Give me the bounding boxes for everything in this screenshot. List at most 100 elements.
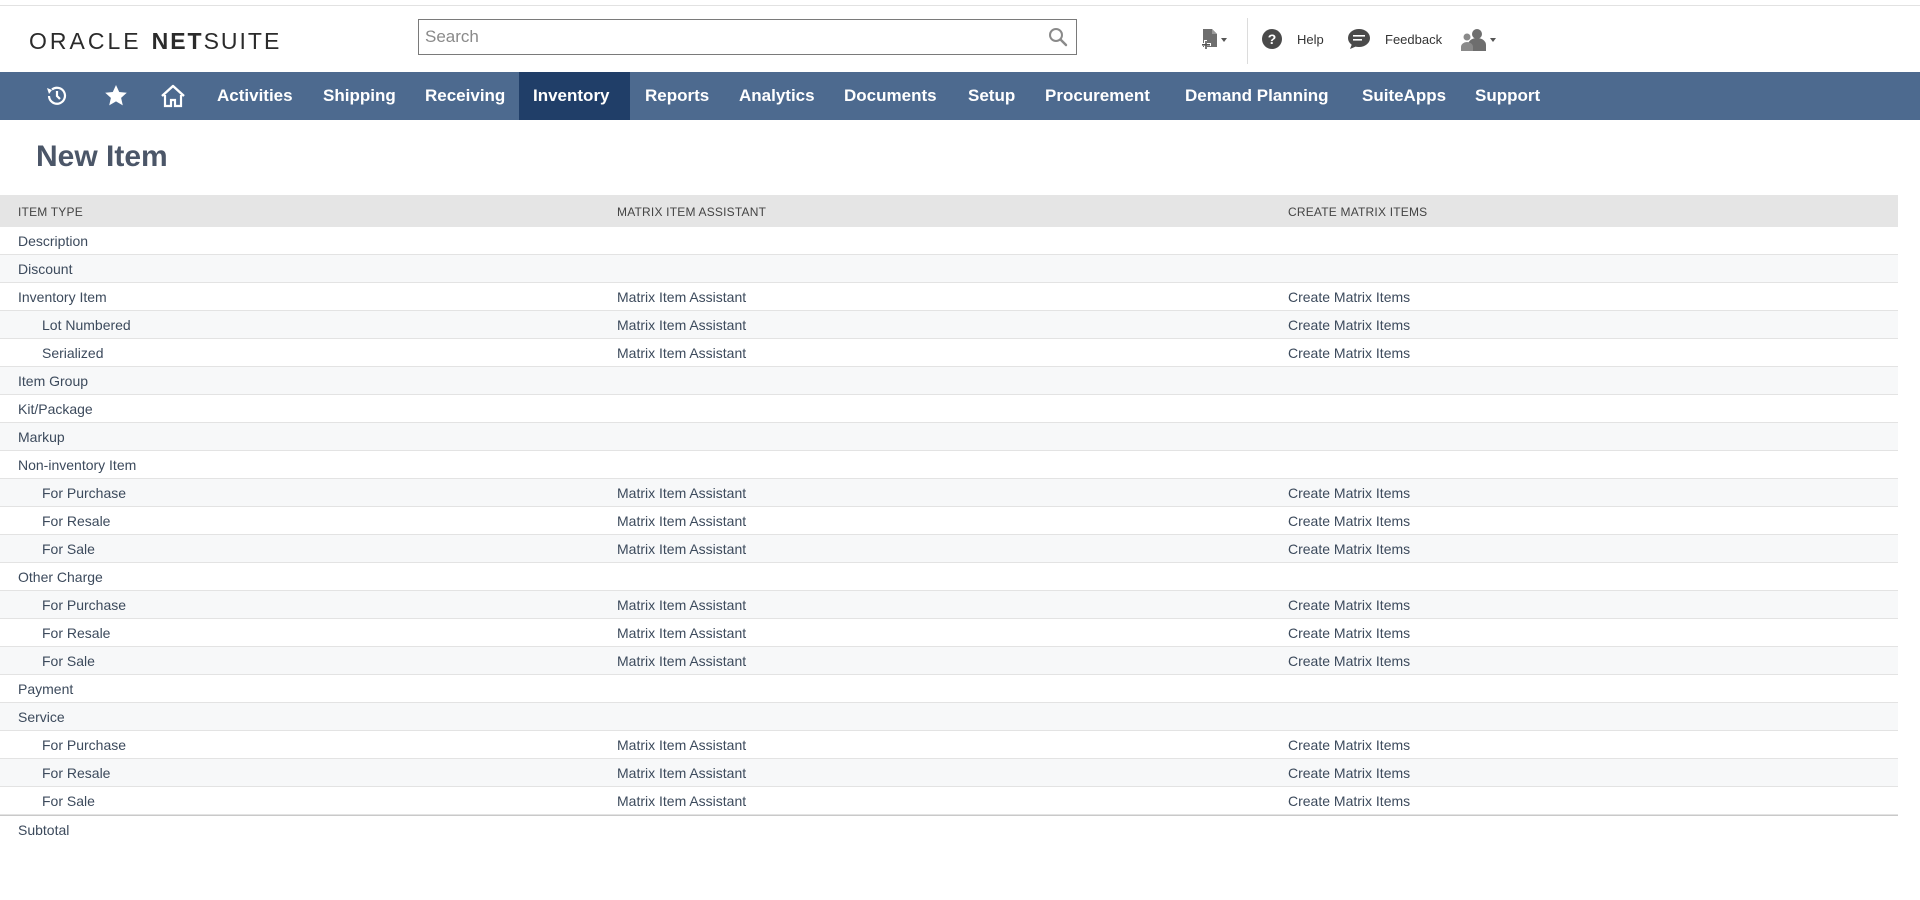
matrix-item-assistant-link[interactable]: Matrix Item Assistant (617, 597, 746, 613)
nav-receiving[interactable]: Receiving (411, 72, 519, 120)
matrix-item-assistant-link[interactable]: Matrix Item Assistant (617, 317, 746, 333)
home-icon[interactable] (160, 83, 186, 109)
item-type-link[interactable]: For Purchase (42, 737, 126, 753)
item-type-link[interactable]: For Sale (42, 653, 95, 669)
feedback-icon (1348, 29, 1370, 49)
nav-demand-planning[interactable]: Demand Planning (1171, 72, 1343, 120)
matrix-item-assistant-link[interactable]: Matrix Item Assistant (617, 765, 746, 781)
table-row: For Sale Matrix Item Assistant Create Matr… (0, 535, 1898, 563)
logo-oracle-text: ORACLE (29, 28, 142, 54)
item-type-link[interactable]: Serialized (42, 345, 103, 361)
shortcuts-star-icon[interactable] (103, 83, 129, 109)
nav-setup[interactable]: Setup (954, 72, 1029, 120)
create-matrix-items-link[interactable]: Create Matrix Items (1288, 653, 1410, 669)
logo-suite-text: SUITE (203, 28, 282, 54)
table-row: Other Charge (0, 563, 1898, 591)
create-matrix-items-link[interactable]: Create Matrix Items (1288, 597, 1410, 613)
svg-text:?: ? (1268, 31, 1277, 47)
roles-menu[interactable] (1461, 27, 1499, 53)
matrix-item-assistant-link[interactable]: Matrix Item Assistant (617, 625, 746, 641)
create-matrix-items-link[interactable]: Create Matrix Items (1288, 485, 1410, 501)
matrix-item-assistant-link[interactable]: Matrix Item Assistant (617, 541, 746, 557)
help-label: Help (1297, 31, 1324, 47)
item-type-link[interactable]: Other Charge (18, 569, 103, 585)
table-body: Description Discount Inventory Item Matrix … (0, 227, 1898, 815)
item-type-table: ITEM TYPE MATRIX ITEM ASSISTANT CREATE M… (0, 195, 1898, 815)
table-row: For Purchase Matrix Item Assistant Create … (0, 479, 1898, 507)
subtotal-link[interactable]: Subtotal (18, 822, 69, 838)
table-row: Serialized Matrix Item Assistant Create Ma… (0, 339, 1898, 367)
table-row: For Sale Matrix Item Assistant Create Matr… (0, 647, 1898, 675)
item-type-link[interactable]: For Resale (42, 765, 110, 781)
search-input[interactable] (419, 20, 1025, 54)
create-matrix-items-link[interactable]: Create Matrix Items (1288, 345, 1410, 361)
item-type-link[interactable]: For Resale (42, 513, 110, 529)
nav-documents[interactable]: Documents (830, 72, 951, 120)
recent-records-icon[interactable] (44, 83, 70, 109)
oracle-netsuite-logo[interactable]: ORACLE NETSUITE (29, 28, 281, 55)
nav-reports[interactable]: Reports (631, 72, 723, 120)
matrix-item-assistant-link[interactable]: Matrix Item Assistant (617, 289, 746, 305)
matrix-item-assistant-link[interactable]: Matrix Item Assistant (617, 345, 746, 361)
nav-procurement[interactable]: Procurement (1031, 72, 1164, 120)
item-type-link[interactable]: Kit/Package (18, 401, 93, 417)
nav-support[interactable]: Support (1461, 72, 1554, 120)
feedback-link[interactable]: Feedback (1347, 28, 1442, 50)
create-matrix-items-link[interactable]: Create Matrix Items (1288, 793, 1410, 809)
create-matrix-items-link[interactable]: Create Matrix Items (1288, 737, 1410, 753)
create-new-icon (1201, 29, 1227, 50)
header-matrix-item-assistant: MATRIX ITEM ASSISTANT (617, 205, 767, 219)
matrix-item-assistant-link[interactable]: Matrix Item Assistant (617, 513, 746, 529)
item-type-link[interactable]: Discount (18, 261, 72, 277)
global-search (418, 19, 1077, 55)
item-type-link[interactable]: For Sale (42, 541, 95, 557)
item-type-link[interactable]: For Purchase (42, 485, 126, 501)
nav-activities[interactable]: Activities (203, 72, 307, 120)
logo-net-text: NET (151, 28, 204, 54)
item-type-link[interactable]: Non-inventory Item (18, 457, 136, 473)
nav-shipping[interactable]: Shipping (309, 72, 410, 120)
table-row: Item Group (0, 367, 1898, 395)
create-matrix-items-link[interactable]: Create Matrix Items (1288, 317, 1410, 333)
create-matrix-items-link[interactable]: Create Matrix Items (1288, 513, 1410, 529)
item-type-link[interactable]: Lot Numbered (42, 317, 131, 333)
item-type-link[interactable]: Payment (18, 681, 73, 697)
table-row: Description (0, 227, 1898, 255)
create-matrix-items-link[interactable]: Create Matrix Items (1288, 541, 1410, 557)
item-type-link[interactable]: Service (18, 709, 65, 725)
item-type-link[interactable]: Item Group (18, 373, 88, 389)
matrix-item-assistant-link[interactable]: Matrix Item Assistant (617, 653, 746, 669)
nav-suiteapps[interactable]: SuiteApps (1348, 72, 1460, 120)
create-matrix-items-link[interactable]: Create Matrix Items (1288, 765, 1410, 781)
item-type-link[interactable]: For Purchase (42, 597, 126, 613)
table-row: Inventory Item Matrix Item Assistant Creat… (0, 283, 1898, 311)
table-row: For Resale Matrix Item Assistant Create Ma… (0, 507, 1898, 535)
table-row: Kit/Package (0, 395, 1898, 423)
create-matrix-items-link[interactable]: Create Matrix Items (1288, 625, 1410, 641)
header-divider (1247, 18, 1248, 64)
table-row: For Resale Matrix Item Assistant Create Ma… (0, 759, 1898, 787)
table-row: For Resale Matrix Item Assistant Create Ma… (0, 619, 1898, 647)
table-row: Discount (0, 255, 1898, 283)
create-matrix-items-link[interactable]: Create Matrix Items (1288, 289, 1410, 305)
search-icon[interactable] (1048, 27, 1068, 47)
create-new-menu[interactable] (1200, 27, 1230, 55)
item-type-link[interactable]: For Sale (42, 793, 95, 809)
table-row: For Sale Matrix Item Assistant Create Matr… (0, 787, 1898, 815)
page-title: New Item (36, 140, 168, 173)
feedback-label: Feedback (1385, 31, 1443, 47)
nav-analytics[interactable]: Analytics (725, 72, 829, 120)
matrix-item-assistant-link[interactable]: Matrix Item Assistant (617, 793, 746, 809)
matrix-item-assistant-link[interactable]: Matrix Item Assistant (617, 485, 746, 501)
matrix-item-assistant-link[interactable]: Matrix Item Assistant (617, 737, 746, 753)
item-type-link[interactable]: Description (18, 233, 88, 249)
table-row: Service (0, 703, 1898, 731)
help-link[interactable]: ? Help (1261, 28, 1324, 50)
item-type-link[interactable]: Inventory Item (18, 289, 107, 305)
item-type-link[interactable]: For Resale (42, 625, 110, 641)
header-item-type: ITEM TYPE (18, 205, 83, 219)
nav-inventory[interactable]: Inventory (519, 72, 630, 120)
roles-icon (1461, 29, 1496, 51)
item-type-link[interactable]: Markup (18, 429, 65, 445)
table-row: For Purchase Matrix Item Assistant Create … (0, 731, 1898, 759)
